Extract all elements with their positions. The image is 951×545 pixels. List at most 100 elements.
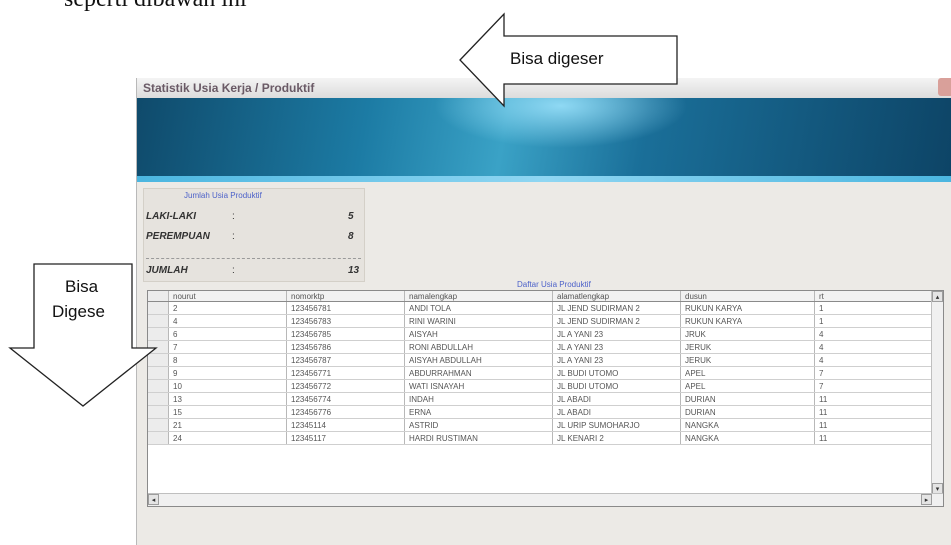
table-cell[interactable]: 4 <box>814 353 932 367</box>
summary-value-total: 13 <box>348 265 360 276</box>
table-cell[interactable]: DURIAN <box>680 405 815 419</box>
summary-value-female: 8 <box>348 231 354 242</box>
table-cell[interactable]: JERUK <box>680 353 815 367</box>
close-button[interactable] <box>938 78 951 96</box>
table-cell[interactable]: NANGKA <box>680 418 815 432</box>
row-selector[interactable] <box>148 418 169 432</box>
document-heading: seperti dibawah ini <box>64 0 247 13</box>
table-cell[interactable]: 2 <box>168 301 287 315</box>
column-header[interactable]: rt <box>814 291 932 302</box>
data-table: nourut nomorktp namalengkap alamatlengka… <box>148 291 932 445</box>
table-cell[interactable]: NANGKA <box>680 431 815 445</box>
table-cell[interactable]: 11 <box>814 392 932 406</box>
table-cell[interactable]: JL A YANI 23 <box>552 340 681 354</box>
data-grid[interactable]: nourut nomorktp namalengkap alamatlengka… <box>147 290 944 507</box>
table-cell[interactable]: ASTRID <box>404 418 553 432</box>
table-cell[interactable]: 123456783 <box>286 314 405 328</box>
table-cell[interactable]: 15 <box>168 405 287 419</box>
table-cell[interactable]: JL BUDI UTOMO <box>552 379 681 393</box>
table-row[interactable]: 21 12345114 ASTRID JL URIP SUMOHARJO NANGKA 1… <box>148 418 932 432</box>
table-cell[interactable]: JL URIP SUMOHARJO <box>552 418 681 432</box>
table-row[interactable]: 10 123456772 WATI ISNAYAH JL BUDI UTOMO APEL… <box>148 379 932 393</box>
table-cell[interactable]: 9 <box>168 366 287 380</box>
vertical-scrollbar[interactable]: ▴ ▾ <box>931 291 943 494</box>
table-cell[interactable]: 12345117 <box>286 431 405 445</box>
table-cell[interactable]: ANDI TOLA <box>404 301 553 315</box>
horizontal-scrollbar[interactable]: ◂ ▸ <box>148 493 943 506</box>
table-cell[interactable]: 123456786 <box>286 340 405 354</box>
column-header[interactable]: nomorktp <box>286 291 405 302</box>
table-row[interactable]: 6 123456785 AISYAH JL A YANI 23 JRUK 4 <box>148 327 932 341</box>
table-row[interactable]: 4 123456783 RINI WARINI JL JEND SUDIRMAN 2R… <box>148 314 932 328</box>
column-header[interactable]: namalengkap <box>404 291 553 302</box>
table-cell[interactable]: 123456781 <box>286 301 405 315</box>
table-cell[interactable]: APEL <box>680 379 815 393</box>
table-cell[interactable]: JL KENARI 2 <box>552 431 681 445</box>
table-row[interactable]: 24 12345117 HARDI RUSTIMAN JL KENARI 2 NANGK… <box>148 431 932 445</box>
app-window: Statistik Usia Kerja / Produktif Jumlah … <box>136 78 951 545</box>
table-cell[interactable]: ERNA <box>404 405 553 419</box>
table-cell[interactable]: 13 <box>168 392 287 406</box>
table-cell[interactable]: 21 <box>168 418 287 432</box>
table-cell[interactable]: WATI ISNAYAH <box>404 379 553 393</box>
table-cell[interactable]: 8 <box>168 353 287 367</box>
table-cell[interactable]: ABDURRAHMAN <box>404 366 553 380</box>
table-cell[interactable]: 24 <box>168 431 287 445</box>
table-cell[interactable]: DURIAN <box>680 392 815 406</box>
table-cell[interactable]: JRUK <box>680 327 815 341</box>
table-row[interactable]: 9 123456771 ABDURRAHMAN JL BUDI UTOMO APEL 7 <box>148 366 932 380</box>
table-cell[interactable]: HARDI RUSTIMAN <box>404 431 553 445</box>
table-cell[interactable]: JL BUDI UTOMO <box>552 366 681 380</box>
table-cell[interactable]: AISYAH <box>404 327 553 341</box>
table-cell[interactable]: 7 <box>814 379 932 393</box>
table-row[interactable]: 2 123456781 ANDI TOLA JL JEND SUDIRMAN 2 RUK… <box>148 301 932 315</box>
table-cell[interactable]: 4 <box>814 327 932 341</box>
table-cell[interactable]: RUKUN KARYA <box>680 301 815 315</box>
table-cell[interactable]: JL A YANI 23 <box>552 327 681 341</box>
table-row[interactable]: 8 123456787 AISYAH ABDULLAH JL A YANI 23 JER… <box>148 353 932 367</box>
table-cell[interactable]: 7 <box>168 340 287 354</box>
table-cell[interactable]: 123456785 <box>286 327 405 341</box>
table-cell[interactable]: AISYAH ABDULLAH <box>404 353 553 367</box>
table-cell[interactable]: 4 <box>168 314 287 328</box>
scroll-right-icon[interactable]: ▸ <box>921 494 932 505</box>
table-cell[interactable]: 6 <box>168 327 287 341</box>
table-cell[interactable]: RINI WARINI <box>404 314 553 328</box>
table-cell[interactable]: INDAH <box>404 392 553 406</box>
table-cell[interactable]: 1 <box>814 301 932 315</box>
column-header[interactable]: dusun <box>680 291 815 302</box>
table-cell[interactable]: 11 <box>814 418 932 432</box>
table-cell[interactable]: JL ABADI <box>552 405 681 419</box>
table-cell[interactable]: JL A YANI 23 <box>552 353 681 367</box>
table-cell[interactable]: 123456774 <box>286 392 405 406</box>
table-cell[interactable]: 123456787 <box>286 353 405 367</box>
table-cell[interactable]: JERUK <box>680 340 815 354</box>
scroll-up-icon[interactable]: ▴ <box>932 291 943 302</box>
table-cell[interactable]: 1 <box>814 314 932 328</box>
column-header[interactable]: nourut <box>168 291 287 302</box>
table-cell[interactable]: 123456772 <box>286 379 405 393</box>
table-cell[interactable]: 123456771 <box>286 366 405 380</box>
table-cell[interactable]: RUKUN KARYA <box>680 314 815 328</box>
table-cell[interactable]: 11 <box>814 431 932 445</box>
table-cell[interactable]: 4 <box>814 340 932 354</box>
table-cell[interactable]: 123456776 <box>286 405 405 419</box>
table-cell[interactable]: JL JEND SUDIRMAN 2 <box>552 301 681 315</box>
summary-divider <box>146 258 361 259</box>
table-cell[interactable]: 11 <box>814 405 932 419</box>
table-cell[interactable]: RONI ABDULLAH <box>404 340 553 354</box>
table-cell[interactable]: JL ABADI <box>552 392 681 406</box>
table-row[interactable]: 13 123456774 INDAH JL ABADI DURIAN 11 <box>148 392 932 406</box>
table-cell[interactable]: APEL <box>680 366 815 380</box>
table-cell[interactable]: 12345114 <box>286 418 405 432</box>
table-cell[interactable]: JL JEND SUDIRMAN 2 <box>552 314 681 328</box>
table-row[interactable]: 7 123456786 RONI ABDULLAH JL A YANI 23 JERUK… <box>148 340 932 354</box>
table-row[interactable]: 15 123456776 ERNA JL ABADI DURIAN 11 <box>148 405 932 419</box>
column-header[interactable]: alamatlengkap <box>552 291 681 302</box>
scroll-left-icon[interactable]: ◂ <box>148 494 159 505</box>
row-selector[interactable] <box>148 431 169 445</box>
table-cell[interactable]: 7 <box>814 366 932 380</box>
summary-label-female: PEREMPUAN <box>146 231 210 242</box>
table-cell[interactable]: 10 <box>168 379 287 393</box>
summary-colon: : <box>232 211 235 222</box>
